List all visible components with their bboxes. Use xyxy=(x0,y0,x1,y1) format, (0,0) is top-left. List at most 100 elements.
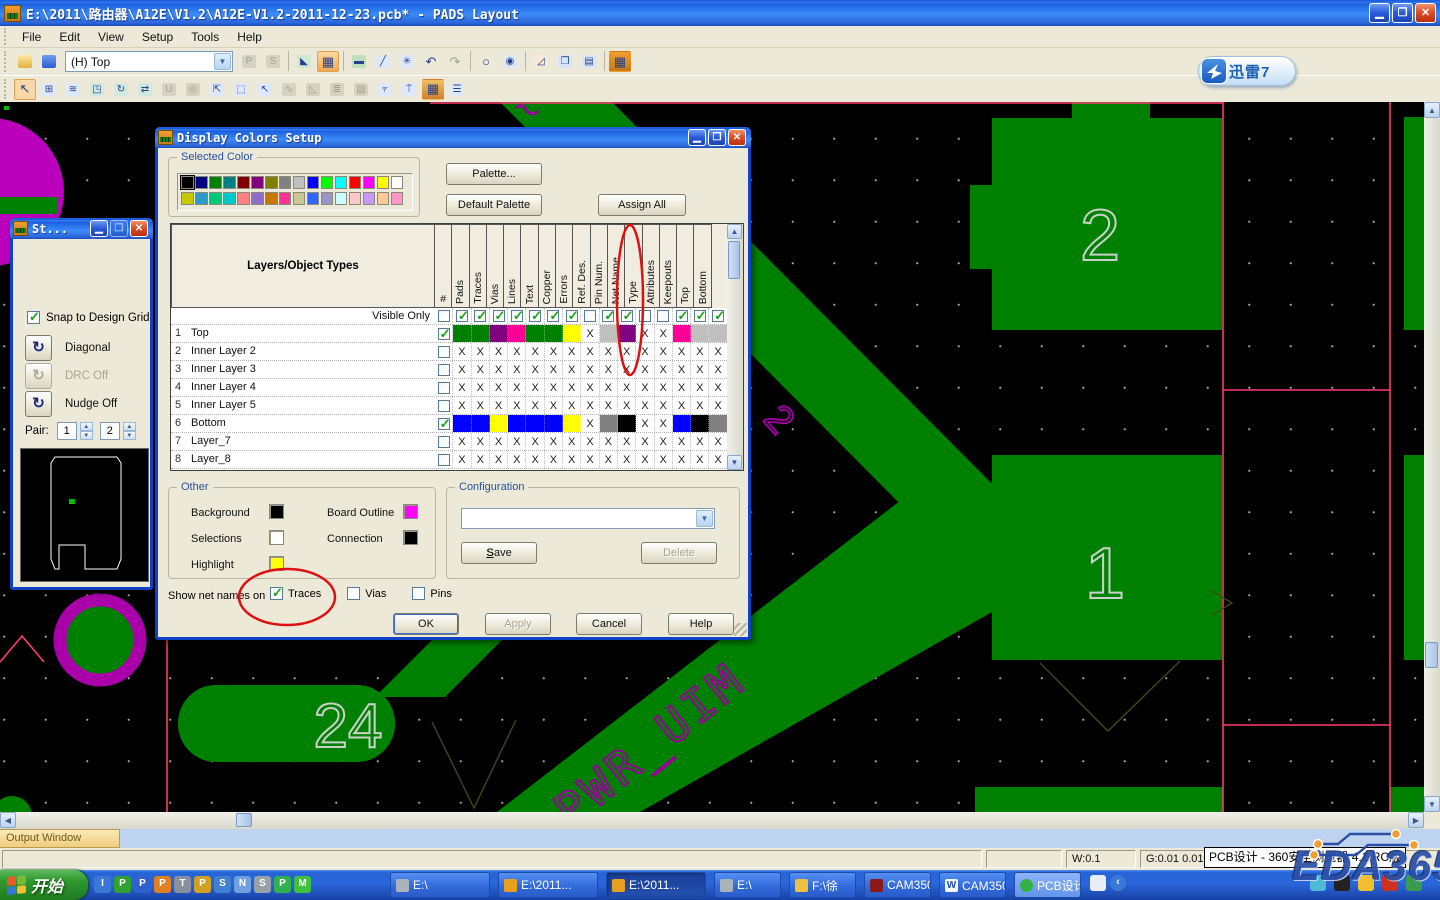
palette-button[interactable]: Palette... xyxy=(446,163,542,185)
color-swatch[interactable] xyxy=(208,192,222,205)
layer-color-cell[interactable]: X xyxy=(490,379,509,396)
layer-color-cell[interactable] xyxy=(617,415,637,432)
layer-color-cell[interactable]: X xyxy=(655,361,673,378)
taskbar-task[interactable]: F:\徐 xyxy=(789,872,856,898)
layer-name[interactable]: Inner Layer 2 xyxy=(191,343,435,360)
chevron-down-icon[interactable]: ▼ xyxy=(214,53,231,70)
layer-color-cell[interactable]: X xyxy=(526,451,545,468)
layer-color-cell[interactable]: X xyxy=(636,433,655,450)
layer-color-cell[interactable]: X xyxy=(490,433,509,450)
layer-color-cell[interactable]: X xyxy=(600,379,618,396)
layer-enabled-cell[interactable] xyxy=(435,397,454,414)
layer-color-cell[interactable] xyxy=(691,325,710,342)
layer-color-cell[interactable]: X xyxy=(655,433,673,450)
layer-color-cell[interactable]: X xyxy=(618,397,637,414)
layer-color-cell[interactable]: X xyxy=(526,343,545,360)
net-name-option-traces[interactable]: Traces xyxy=(270,585,321,601)
tool-icon[interactable]: T xyxy=(174,876,191,893)
layer-name[interactable]: Inner Layer 4 xyxy=(191,379,435,396)
layer-color-cell[interactable] xyxy=(453,415,472,432)
net-name-checkbox[interactable] xyxy=(270,585,283,601)
visible-only-checkbox-cell[interactable] xyxy=(655,308,673,324)
layer-enabled-cell[interactable] xyxy=(435,361,454,378)
color-swatch[interactable] xyxy=(334,176,348,189)
layer-selector[interactable]: (H) Top ▼ xyxy=(65,51,233,72)
layer-color-cell[interactable]: X xyxy=(581,379,600,396)
pick-icon[interactable]: ⇱ xyxy=(206,79,228,100)
table-scroll-down-icon[interactable]: ▼ xyxy=(727,455,742,470)
color-swatch[interactable] xyxy=(222,192,236,205)
color-swatch[interactable] xyxy=(236,176,250,189)
other-item-color[interactable] xyxy=(403,504,418,519)
visible-only-checkbox[interactable] xyxy=(455,308,469,324)
layer-enabled-cell[interactable] xyxy=(435,343,454,360)
layer-color-cell[interactable]: X xyxy=(709,379,728,396)
visible-only-checkbox-cell[interactable] xyxy=(526,308,545,324)
visible-only-checkbox[interactable] xyxy=(584,310,597,322)
snap-to-grid-option[interactable]: Snap to Design Grid xyxy=(27,309,150,325)
pair-first-input[interactable]: 1 xyxy=(56,422,77,440)
zoom-area-icon[interactable]: ◉ xyxy=(499,51,521,72)
layer-color-cell[interactable]: X xyxy=(655,397,673,414)
layer-color-cell[interactable]: X xyxy=(600,397,618,414)
layer-color-cell[interactable]: X xyxy=(691,451,710,468)
save-button[interactable]: SSave xyxy=(461,542,537,564)
layer-enabled-cell[interactable] xyxy=(435,415,454,432)
layer-color-cell[interactable] xyxy=(471,415,490,432)
layer-enabled-cell[interactable] xyxy=(435,433,454,450)
color-swatch[interactable] xyxy=(250,192,264,205)
layer-name[interactable]: Inner Layer 3 xyxy=(191,361,435,378)
color-swatch[interactable] xyxy=(250,176,264,189)
layer-color-cell[interactable]: X xyxy=(545,451,564,468)
layer-color-cell[interactable]: X xyxy=(563,361,582,378)
layer-enabled-checkbox[interactable] xyxy=(437,363,450,376)
layer-color-cell[interactable]: X xyxy=(453,451,472,468)
visible-only-checkbox-cell[interactable] xyxy=(691,308,710,324)
minimize-button[interactable]: ▁ xyxy=(1369,3,1390,23)
visible-only-checkbox[interactable] xyxy=(638,310,651,322)
color-swatch[interactable] xyxy=(376,176,390,189)
visible-only-checkbox-cell[interactable] xyxy=(581,308,600,324)
scroll-right-icon[interactable]: ▶ xyxy=(1408,812,1424,828)
layer-color-cell[interactable]: X xyxy=(636,451,655,468)
layer-color-cell[interactable]: X xyxy=(563,343,582,360)
taskbar-task[interactable]: W CAM350及... xyxy=(939,872,1006,898)
visible-only-checkbox-cell[interactable] xyxy=(508,308,527,324)
pads-router-icon[interactable]: ▦ xyxy=(609,51,631,72)
layer-color-cell[interactable] xyxy=(453,325,472,342)
layer-color-cell[interactable]: X xyxy=(636,397,655,414)
chevron-down-icon[interactable]: ▼ xyxy=(696,510,713,527)
layer-color-cell[interactable] xyxy=(544,325,564,342)
layer-color-cell[interactable]: X xyxy=(545,433,564,450)
visible-only-checkbox[interactable] xyxy=(620,308,634,324)
layer-color-cell[interactable]: X xyxy=(709,361,728,378)
layer-enabled-checkbox[interactable] xyxy=(437,435,450,448)
visible-only-checkbox-cell[interactable] xyxy=(435,308,454,324)
layer-name[interactable]: Layer_8 xyxy=(191,451,435,468)
table-scroll-thumb[interactable] xyxy=(728,241,740,279)
color-swatch[interactable] xyxy=(194,176,208,189)
layer-color-cell[interactable]: X xyxy=(545,343,564,360)
taskbar-task[interactable]: E:\2011... xyxy=(606,872,706,898)
layer-color-cell[interactable]: X xyxy=(490,361,509,378)
move-icon[interactable]: ⊞ xyxy=(38,79,60,100)
visible-only-checkbox-cell[interactable] xyxy=(636,308,655,324)
configuration-select[interactable]: ▼ xyxy=(461,508,715,529)
maximize-button[interactable]: ❐ xyxy=(1392,3,1413,23)
hide-arrow-icon[interactable]: ‹ xyxy=(1110,875,1126,891)
layer-color-cell[interactable] xyxy=(617,325,637,342)
select-area-icon[interactable]: ⬚ xyxy=(230,79,252,100)
align-icon[interactable]: ⫧ xyxy=(374,79,396,100)
layer-color-cell[interactable]: X xyxy=(691,379,710,396)
layer-color-cell[interactable] xyxy=(471,325,490,342)
add-component-icon[interactable]: ◣ xyxy=(293,51,315,72)
layer-color-cell[interactable]: X xyxy=(636,379,655,396)
visible-only-checkbox[interactable] xyxy=(693,308,707,324)
cancel-button[interactable]: Cancel xyxy=(576,613,642,635)
layer-color-cell[interactable]: X xyxy=(563,379,582,396)
color-swatch[interactable] xyxy=(362,192,376,205)
layer-color-cell[interactable]: X xyxy=(655,451,673,468)
layer-name[interactable]: Top xyxy=(191,325,435,342)
color-swatch[interactable] xyxy=(348,192,362,205)
layer-color-cell[interactable] xyxy=(508,415,527,432)
